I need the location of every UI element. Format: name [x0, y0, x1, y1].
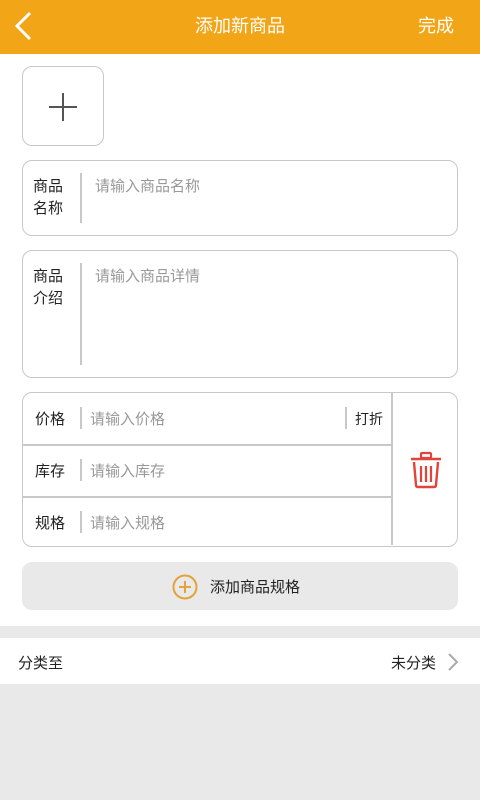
spec-label: 规格 [35, 514, 66, 532]
divider [80, 511, 82, 533]
divider [80, 407, 82, 429]
divider [345, 407, 347, 429]
page-title: 添加新商品 [195, 16, 285, 37]
category-value: 未分类 [390, 654, 436, 672]
done-button[interactable]: 完成 [418, 0, 454, 54]
plus-icon [49, 93, 77, 121]
description-label: 商品介绍 [33, 267, 64, 307]
divider [80, 263, 82, 365]
description-input[interactable]: 请输入商品详情 [95, 265, 200, 287]
price-label: 价格 [35, 410, 66, 428]
name-label: 商品名称 [33, 177, 64, 217]
column-divider [391, 393, 393, 545]
divider [80, 459, 82, 481]
header-bar: 添加新商品 完成 [0, 0, 480, 54]
name-field[interactable]: 商品名称 请输入商品名称 [22, 160, 458, 236]
delete-spec-button[interactable] [408, 451, 444, 493]
empty-area [0, 684, 480, 800]
spec-input[interactable]: 请输入规格 [90, 512, 165, 533]
price-row: 价格 请输入价格 打折 [23, 393, 392, 444]
description-field[interactable]: 商品介绍 请输入商品详情 [22, 250, 458, 378]
spec-row: 规格 请输入规格 [23, 497, 392, 548]
stock-input[interactable]: 请输入库存 [90, 460, 165, 481]
spec-card: 价格 请输入价格 打折 库存 请输入库存 规格 请输入规格 [22, 392, 458, 547]
category-row[interactable]: 分类至 未分类 [0, 638, 480, 684]
name-input[interactable]: 请输入商品名称 [95, 175, 200, 197]
divider [80, 173, 82, 223]
plus-circle-icon [172, 574, 198, 600]
chevron-right-icon [448, 653, 459, 671]
price-input[interactable]: 请输入价格 [90, 408, 165, 429]
category-label: 分类至 [18, 654, 64, 672]
section-divider [0, 626, 480, 638]
add-spec-button[interactable]: 添加商品规格 [22, 562, 458, 610]
discount-button[interactable]: 打折 [355, 409, 383, 429]
image-upload-button[interactable] [22, 66, 104, 146]
trash-icon [411, 451, 441, 489]
stock-row: 库存 请输入库存 [23, 445, 392, 496]
stock-label: 库存 [35, 462, 66, 480]
add-spec-label: 添加商品规格 [210, 578, 301, 596]
